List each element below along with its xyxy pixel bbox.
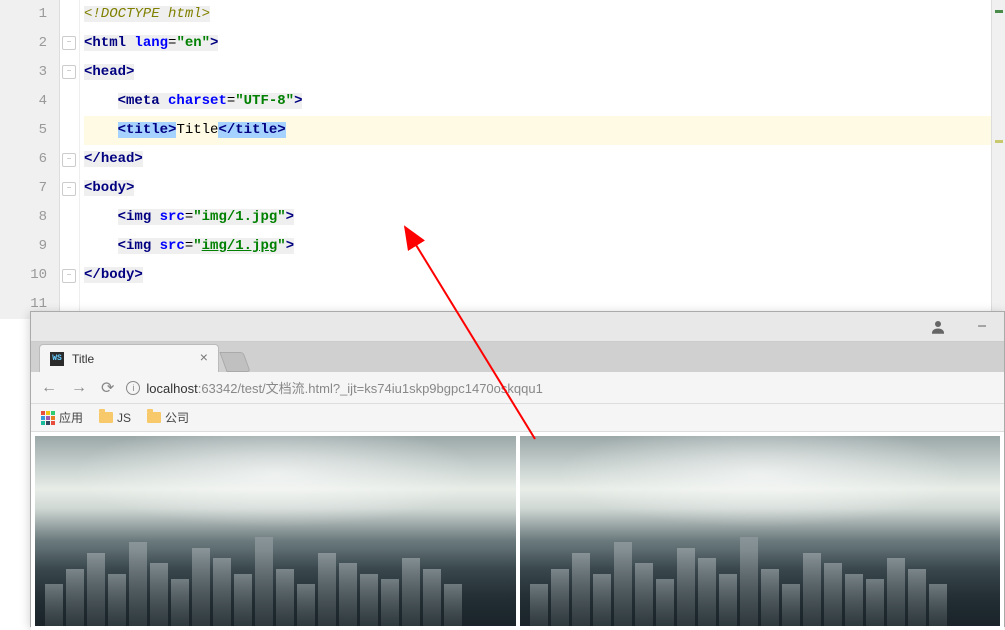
user-icon[interactable] [926, 315, 950, 339]
code-line[interactable]: <body> [84, 174, 1005, 203]
minimize-button[interactable]: ─ [970, 315, 994, 339]
line-number-gutter: 1 2 3 4 5 6 7 8 9 10 11 [0, 0, 60, 319]
fold-toggle-icon[interactable]: − [62, 269, 76, 283]
folder-icon [147, 412, 161, 423]
apps-button[interactable]: 应用 [41, 409, 83, 426]
browser-tab[interactable]: WS Title × [39, 344, 219, 372]
forward-button[interactable]: → [69, 379, 89, 397]
code-line[interactable]: <!DOCTYPE html> [84, 0, 1005, 29]
fold-toggle-icon[interactable]: − [62, 65, 76, 79]
code-line[interactable]: <meta charset="UTF-8"> [84, 87, 1005, 116]
editor-marker-stripe [991, 0, 1005, 311]
tab-favicon-icon: WS [50, 352, 64, 366]
fold-toggle-icon[interactable]: − [62, 182, 76, 196]
browser-addressbar: ← → ⟳ i localhost:63342/test/文档流.html?_i… [31, 372, 1004, 404]
tab-close-icon[interactable]: × [200, 351, 208, 367]
apps-grid-icon [41, 411, 55, 425]
code-line[interactable]: <img src="img/1.jpg"> [84, 203, 1005, 232]
fold-toggle-icon[interactable]: − [62, 36, 76, 50]
url-input[interactable]: i localhost:63342/test/文档流.html?_ijt=ks7… [126, 378, 996, 397]
fold-column: − − − − − [60, 0, 80, 319]
browser-tabbar: WS Title × [31, 342, 1004, 372]
code-area[interactable]: <!DOCTYPE html> <html lang="en"> <head> … [80, 0, 1005, 319]
fold-toggle-icon[interactable]: − [62, 153, 76, 167]
code-line[interactable]: </body> [84, 261, 1005, 290]
back-button[interactable]: ← [39, 379, 59, 397]
window-titlebar: ─ [31, 312, 1004, 342]
code-line[interactable]: <img src="img/1.jpg"> [84, 232, 1005, 261]
new-tab-button[interactable] [219, 352, 250, 372]
tab-title: Title [72, 352, 192, 366]
bookmarks-bar: 应用 JS 公司 [31, 404, 1004, 432]
browser-window: ─ WS Title × ← → ⟳ i localhost:63342/tes… [30, 311, 1005, 627]
folder-icon [99, 412, 113, 423]
code-editor[interactable]: 1 2 3 4 5 6 7 8 9 10 11 − − − − − <!DOCT… [0, 0, 1005, 319]
reload-button[interactable]: ⟳ [99, 378, 116, 398]
page-viewport [31, 432, 1004, 630]
bookmark-folder-js[interactable]: JS [99, 411, 131, 425]
code-line[interactable]: </head> [84, 145, 1005, 174]
code-line[interactable]: <html lang="en"> [84, 29, 1005, 58]
site-info-icon[interactable]: i [126, 381, 140, 395]
code-line[interactable]: <head> [84, 58, 1005, 87]
rendered-image-2 [520, 436, 1001, 626]
bookmark-folder-company[interactable]: 公司 [147, 409, 189, 426]
rendered-image-1 [35, 436, 516, 626]
code-line-current[interactable]: <title>Title</title> [84, 116, 1005, 145]
